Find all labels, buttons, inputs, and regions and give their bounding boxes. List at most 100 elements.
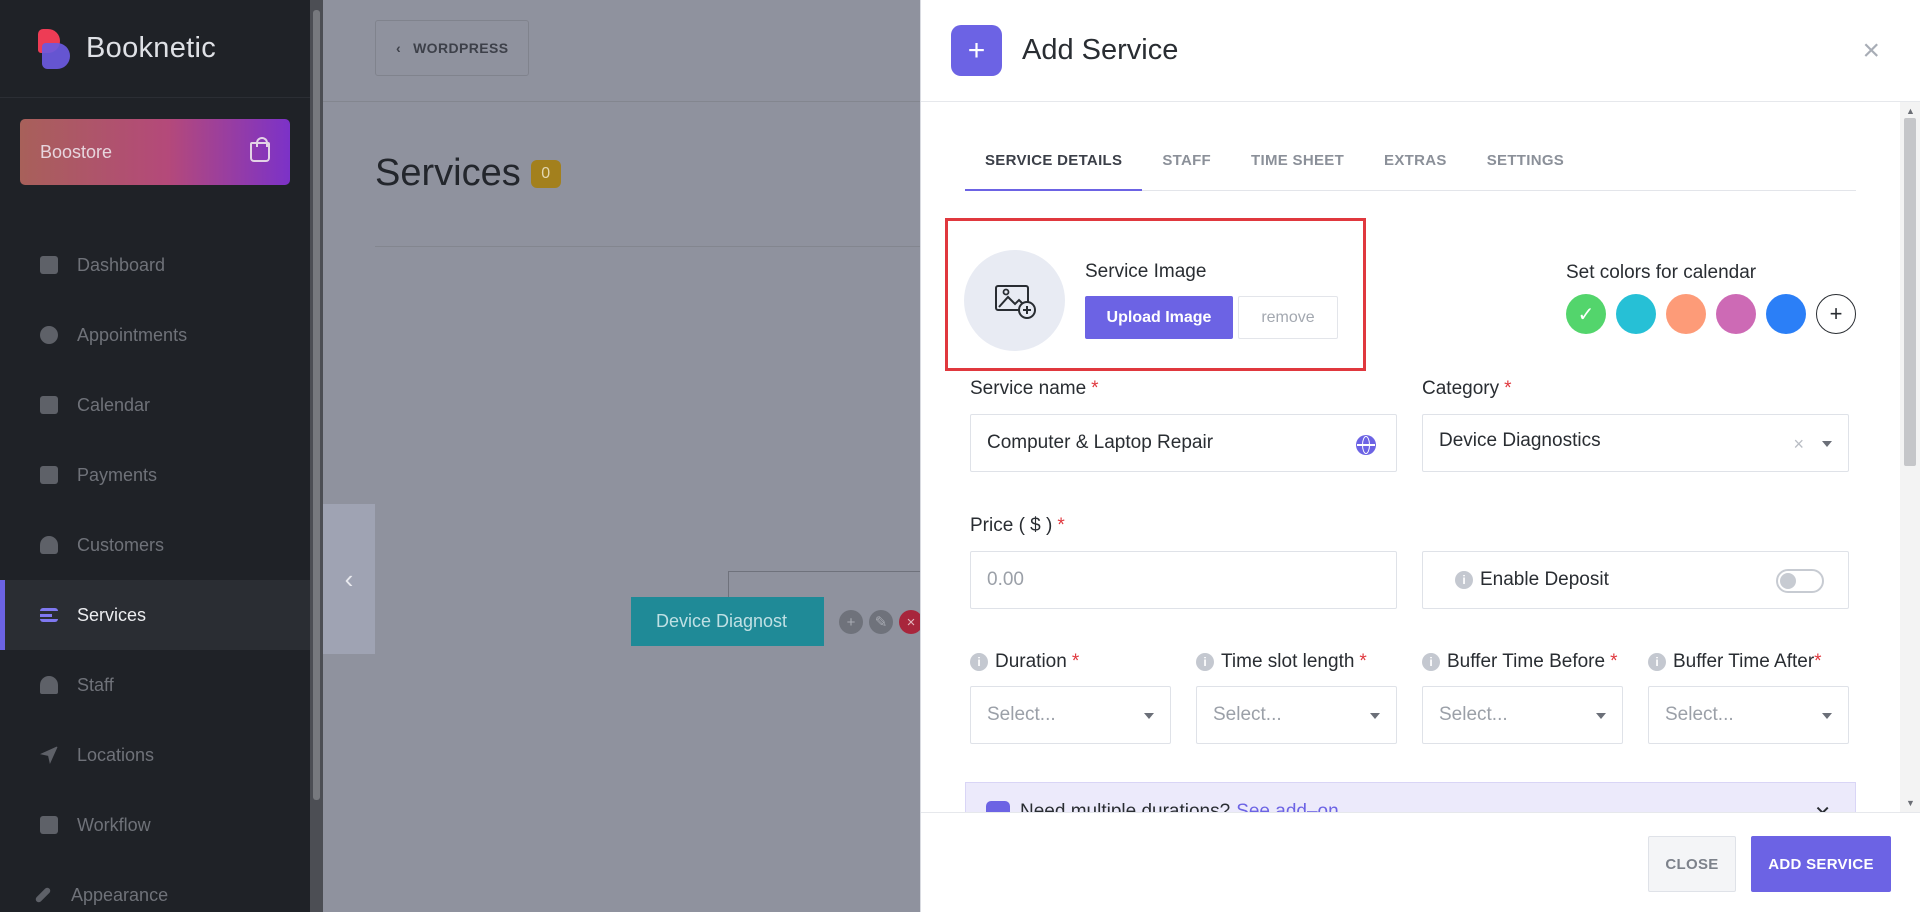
collapse-panel-button[interactable]: ‹	[323, 504, 375, 654]
cube-icon	[40, 256, 58, 274]
color-swatch-cyan[interactable]	[1616, 294, 1656, 334]
workflow-icon	[40, 816, 58, 834]
globe-icon[interactable]	[1356, 435, 1376, 455]
sidebar-item-label: Calendar	[77, 394, 151, 415]
label-text: Category	[1422, 378, 1500, 399]
tab-extras[interactable]: EXTRAS	[1364, 150, 1467, 191]
service-name-input[interactable]: Computer & Laptop Repair	[970, 414, 1397, 472]
scrollbar-thumb[interactable]	[313, 10, 320, 800]
buffer-after-select[interactable]: Select...	[1648, 686, 1849, 744]
close-icon[interactable]: ✕	[1814, 801, 1831, 812]
chevron-left-icon: ‹	[396, 40, 402, 56]
tab-staff[interactable]: STAFF	[1142, 150, 1231, 191]
color-swatch-orange[interactable]	[1666, 294, 1706, 334]
add-service-button[interactable]: ADD SERVICE	[1751, 836, 1891, 892]
tab-service-details[interactable]: SERVICE DETAILS	[965, 150, 1143, 191]
upload-image-button[interactable]: Upload Image	[1085, 296, 1233, 339]
addon-link[interactable]: See add–on	[1236, 801, 1339, 812]
calendar-icon	[40, 396, 58, 414]
sidebar-item-label: Locations	[77, 744, 155, 765]
category-select[interactable]: Device Diagnostics ×	[1422, 414, 1849, 472]
sidebar-item-workflow[interactable]: Workflow	[0, 790, 310, 860]
deposit-toggle[interactable]	[1776, 569, 1824, 593]
add-color-button[interactable]: +	[1816, 294, 1856, 334]
select-placeholder: Select...	[1439, 704, 1508, 725]
brand[interactable]: Booknetic	[0, 0, 310, 98]
category-label: Category *	[1422, 378, 1512, 400]
users-icon	[40, 536, 58, 554]
close-button[interactable]: CLOSE	[1648, 836, 1736, 892]
close-icon[interactable]: ×	[1862, 36, 1880, 66]
buffer-before-select[interactable]: Select...	[1422, 686, 1623, 744]
info-icon[interactable]: i	[1196, 653, 1214, 671]
clear-icon[interactable]: ×	[1793, 434, 1804, 455]
chevron-down-icon	[1144, 713, 1154, 719]
color-swatch-green[interactable]: ✓	[1566, 294, 1606, 334]
label-text: Price ( $ )	[970, 515, 1053, 536]
input-placeholder: 0.00	[987, 569, 1024, 590]
tab-time-sheet[interactable]: TIME SHEET	[1231, 150, 1364, 191]
price-input[interactable]: 0.00	[970, 551, 1397, 609]
boostore-button[interactable]: Boostore	[20, 119, 290, 185]
sidebar-item-dashboard[interactable]: Dashboard	[0, 230, 310, 300]
price-label: Price ( $ ) *	[970, 515, 1065, 537]
count-badge: 0	[530, 159, 561, 188]
input-value: Computer & Laptop Repair	[987, 432, 1214, 453]
color-swatch-pink[interactable]	[1716, 294, 1756, 334]
topbar: ‹ WORDPRESS	[323, 0, 920, 102]
sidebar-item-staff[interactable]: Staff	[0, 650, 310, 720]
sidebar-scrollbar[interactable]	[310, 0, 323, 912]
user-icon	[40, 676, 58, 694]
edit-node-icon[interactable]: ✎	[869, 610, 893, 634]
category-node[interactable]: Device Diagnost	[631, 597, 824, 646]
select-placeholder: Select...	[1665, 704, 1734, 725]
tab-settings[interactable]: SETTINGS	[1467, 150, 1584, 191]
brush-icon	[34, 886, 52, 904]
required-mark: *	[1071, 651, 1080, 672]
scroll-up-icon[interactable]: ▲	[1906, 106, 1915, 116]
addon-notice-text: Need multiple durations?	[1020, 801, 1231, 812]
duration-label: i Duration *	[970, 651, 1079, 673]
sidebar-item-label: Appearance	[71, 884, 169, 905]
info-icon[interactable]: i	[1422, 653, 1440, 671]
required-mark: *	[1504, 378, 1512, 399]
sidebar-item-customers[interactable]: Customers	[0, 510, 310, 580]
sidebar-item-payments[interactable]: Payments	[0, 440, 310, 510]
chevron-down-icon	[1822, 713, 1832, 719]
sidebar-item-label: Workflow	[77, 814, 151, 835]
shopping-bag-icon	[250, 137, 270, 162]
sidebar-item-appearance[interactable]: Appearance	[0, 860, 310, 912]
chevron-down-icon	[1370, 713, 1380, 719]
info-icon[interactable]: i	[1648, 653, 1666, 671]
clock-icon	[40, 326, 58, 344]
color-swatch-blue[interactable]	[1766, 294, 1806, 334]
scrollbar-thumb[interactable]	[1904, 118, 1916, 466]
back-to-wordpress-button[interactable]: ‹ WORDPRESS	[375, 20, 529, 76]
main-content: ‹ WORDPRESS Services 0 ‹ Device Diagnost…	[323, 0, 923, 912]
sidebar-item-locations[interactable]: Locations	[0, 720, 310, 790]
add-service-panel: + Add Service × SERVICE DETAILS STAFF TI…	[920, 0, 1920, 912]
back-label: WORDPRESS	[413, 40, 509, 56]
sidebar-item-calendar[interactable]: Calendar	[0, 370, 310, 440]
calendar-colors-label: Set colors for calendar	[1566, 262, 1757, 283]
sidebar-item-appointments[interactable]: Appointments	[0, 300, 310, 370]
info-icon[interactable]: i	[970, 653, 988, 671]
add-node-icon[interactable]: +	[839, 610, 863, 634]
required-mark: *	[1057, 515, 1065, 536]
remove-image-button[interactable]: remove	[1238, 296, 1338, 339]
duration-select[interactable]: Select...	[970, 686, 1171, 744]
page-title: Services 0	[375, 152, 561, 195]
panel-footer: CLOSE ADD SERVICE	[921, 812, 1920, 912]
tree-connector	[728, 571, 920, 572]
chevron-down-icon	[1822, 441, 1832, 447]
deposit-label: Enable Deposit	[1480, 569, 1609, 590]
tree-connector	[728, 571, 729, 597]
scroll-down-icon[interactable]: ▼	[1906, 798, 1915, 808]
service-image-placeholder[interactable]	[964, 250, 1065, 351]
info-icon[interactable]: i	[1455, 571, 1473, 589]
label-text: Duration	[995, 651, 1067, 672]
select-value: Device Diagnostics	[1439, 430, 1601, 451]
sidebar-item-services[interactable]: Services	[0, 580, 310, 650]
time-slot-select[interactable]: Select...	[1196, 686, 1397, 744]
panel-scrollbar[interactable]: ▲ ▼	[1900, 102, 1920, 812]
